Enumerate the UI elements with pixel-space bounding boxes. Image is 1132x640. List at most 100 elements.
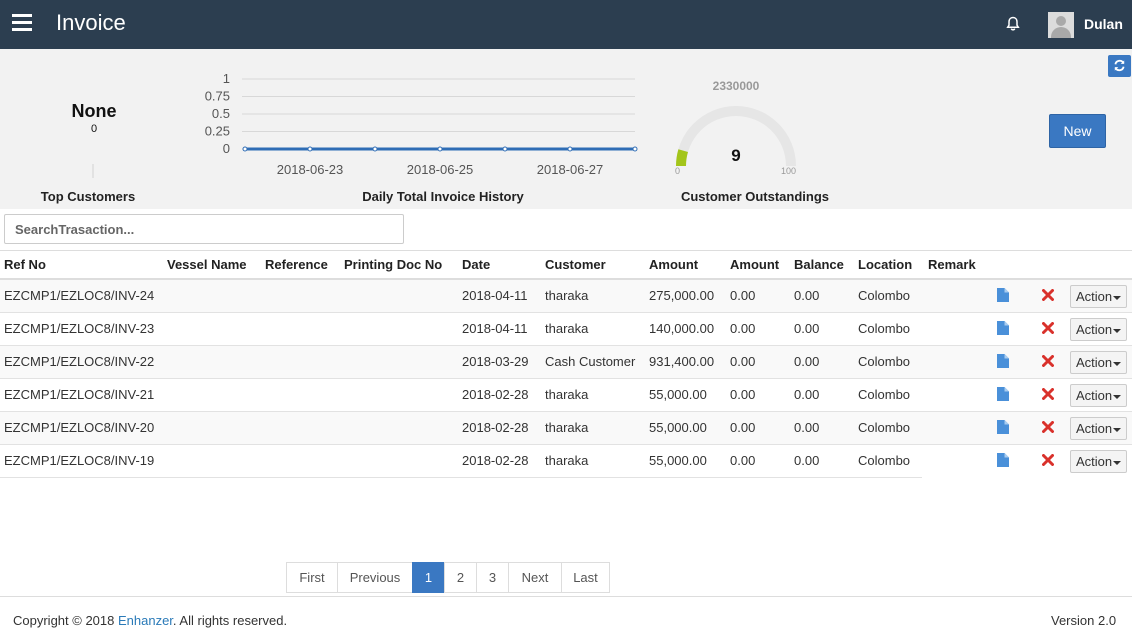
cell-balance: 0.00 — [794, 288, 820, 303]
cell-date: 2018-03-29 — [462, 354, 529, 369]
footer-divider — [0, 596, 1132, 597]
page-2-button[interactable]: 2 — [444, 562, 477, 593]
col-location[interactable]: Location — [858, 257, 912, 272]
cell-balance: 0.00 — [794, 354, 820, 369]
data-point[interactable] — [307, 146, 313, 152]
col-reference[interactable]: Reference — [265, 257, 328, 272]
page-first-button[interactable]: First — [286, 562, 338, 593]
document-icon[interactable] — [997, 288, 1009, 302]
page-1-button[interactable]: 1 — [412, 562, 445, 593]
page-last-button[interactable]: Last — [561, 562, 610, 593]
cell-date: 2018-02-28 — [462, 453, 529, 468]
col-ref-no[interactable]: Ref No — [4, 257, 46, 272]
refresh-button[interactable] — [1108, 55, 1131, 77]
bell-icon[interactable] — [1004, 15, 1022, 33]
brand-link[interactable]: Enhanzer — [118, 613, 173, 628]
cell-amount: 55,000.00 — [649, 420, 707, 435]
data-point[interactable] — [632, 146, 638, 152]
x-tick-label: 2018-06-23 — [277, 162, 344, 177]
data-point[interactable] — [567, 146, 573, 152]
cell-customer: tharaka — [545, 420, 589, 435]
cell-date: 2018-02-28 — [462, 420, 529, 435]
delete-icon[interactable] — [1042, 388, 1054, 400]
action-dropdown-button[interactable]: Action — [1070, 351, 1127, 374]
action-label: Action — [1076, 454, 1113, 469]
new-button[interactable]: New — [1049, 114, 1106, 148]
outstandings-total: 2330000 — [712, 79, 760, 93]
col-amount-2[interactable]: Amount — [730, 257, 779, 272]
delete-icon[interactable] — [1042, 421, 1054, 433]
action-dropdown-button[interactable]: Action — [1070, 318, 1127, 341]
data-point[interactable] — [502, 146, 508, 152]
action-label: Action — [1076, 355, 1113, 370]
cell-location: Colombo — [858, 321, 911, 336]
table-top-border — [0, 250, 852, 251]
table-row[interactable]: EZCMP1/EZLOC8/INV-21 2018-02-28 tharaka 55,… — [0, 379, 1132, 412]
table-row[interactable]: EZCMP1/EZLOC8/INV-19 2018-02-28 tharaka 55,… — [0, 445, 1127, 478]
document-icon[interactable] — [997, 321, 1009, 335]
cell-amount-2: 0.00 — [730, 387, 756, 402]
cell-amount-2: 0.00 — [730, 453, 756, 468]
copyright: Copyright © 2018 Enhanzer. All rights re… — [13, 613, 288, 628]
cell-balance: 0.00 — [794, 453, 820, 468]
cell-ref-no: EZCMP1/EZLOC8/INV-23 — [4, 321, 155, 336]
cell-amount-2: 0.00 — [730, 354, 756, 369]
document-icon[interactable] — [997, 453, 1009, 467]
avatar[interactable] — [1048, 12, 1074, 38]
col-customer[interactable]: Customer — [545, 257, 606, 272]
delete-icon[interactable] — [1042, 454, 1054, 466]
document-icon[interactable] — [997, 387, 1009, 401]
caret-down-icon — [1113, 295, 1122, 300]
cell-amount-2: 0.00 — [730, 288, 756, 303]
delete-icon[interactable] — [1042, 289, 1054, 301]
hamburger-icon[interactable] — [12, 14, 32, 31]
document-icon[interactable] — [997, 420, 1009, 434]
document-icon[interactable] — [997, 354, 1009, 368]
table-row[interactable]: EZCMP1/EZLOC8/INV-24 2018-04-11 tharaka 275… — [0, 280, 1132, 313]
table-row[interactable]: EZCMP1/EZLOC8/INV-23 2018-04-11 tharaka 140… — [0, 313, 1132, 346]
col-amount[interactable]: Amount — [649, 257, 698, 272]
col-balance[interactable]: Balance — [794, 257, 844, 272]
table-row[interactable]: EZCMP1/EZLOC8/INV-20 2018-02-28 tharaka 55,… — [0, 412, 1132, 445]
col-printing-doc-no[interactable]: Printing Doc No — [344, 257, 442, 272]
search-input[interactable] — [4, 214, 404, 244]
data-point[interactable] — [437, 146, 443, 152]
gauge-value: 9 — [731, 146, 741, 165]
caret-down-icon — [1113, 460, 1122, 465]
action-dropdown-button[interactable]: Action — [1070, 285, 1127, 308]
cell-location: Colombo — [858, 387, 911, 402]
cell-customer: tharaka — [545, 453, 589, 468]
cell-location: Colombo — [858, 288, 911, 303]
delete-icon[interactable] — [1042, 322, 1054, 334]
gauge-min-label: 0 — [675, 166, 681, 176]
invoice-history-chart: 1 0.75 0.5 0.25 0 2018-06-23 2018-06-25 2018-06… — [205, 71, 638, 177]
user-name[interactable]: Dulan — [1084, 16, 1123, 32]
delete-icon[interactable] — [1042, 355, 1054, 367]
col-date[interactable]: Date — [462, 257, 490, 272]
action-label: Action — [1076, 289, 1113, 304]
cell-location: Colombo — [858, 354, 911, 369]
x-tick-label: 2018-06-25 — [407, 162, 474, 177]
page-previous-button[interactable]: Previous — [337, 562, 413, 593]
cell-ref-no: EZCMP1/EZLOC8/INV-21 — [4, 387, 155, 402]
data-point[interactable] — [242, 146, 248, 152]
data-point[interactable] — [372, 146, 378, 152]
top-customers-label: Top Customers — [40, 189, 136, 204]
cell-balance: 0.00 — [794, 321, 820, 336]
page-next-button[interactable]: Next — [508, 562, 562, 593]
top-customers-bar — [92, 164, 94, 178]
cell-amount: 55,000.00 — [649, 387, 707, 402]
caret-down-icon — [1113, 394, 1122, 399]
col-remark[interactable]: Remark — [928, 257, 976, 272]
top-customers-value: None — [71, 101, 117, 121]
col-vessel-name[interactable]: Vessel Name — [167, 257, 247, 272]
cell-amount-2: 0.00 — [730, 321, 756, 336]
action-dropdown-button[interactable]: Action — [1070, 417, 1127, 440]
page-3-button[interactable]: 3 — [476, 562, 509, 593]
action-dropdown-button[interactable]: Action — [1070, 450, 1127, 473]
page-title: Invoice — [56, 10, 126, 35]
y-tick-label: 0.75 — [205, 89, 230, 104]
cell-amount: 55,000.00 — [649, 453, 707, 468]
table-row[interactable]: EZCMP1/EZLOC8/INV-22 2018-03-29 Cash Custo… — [0, 346, 1132, 379]
action-dropdown-button[interactable]: Action — [1070, 384, 1127, 407]
